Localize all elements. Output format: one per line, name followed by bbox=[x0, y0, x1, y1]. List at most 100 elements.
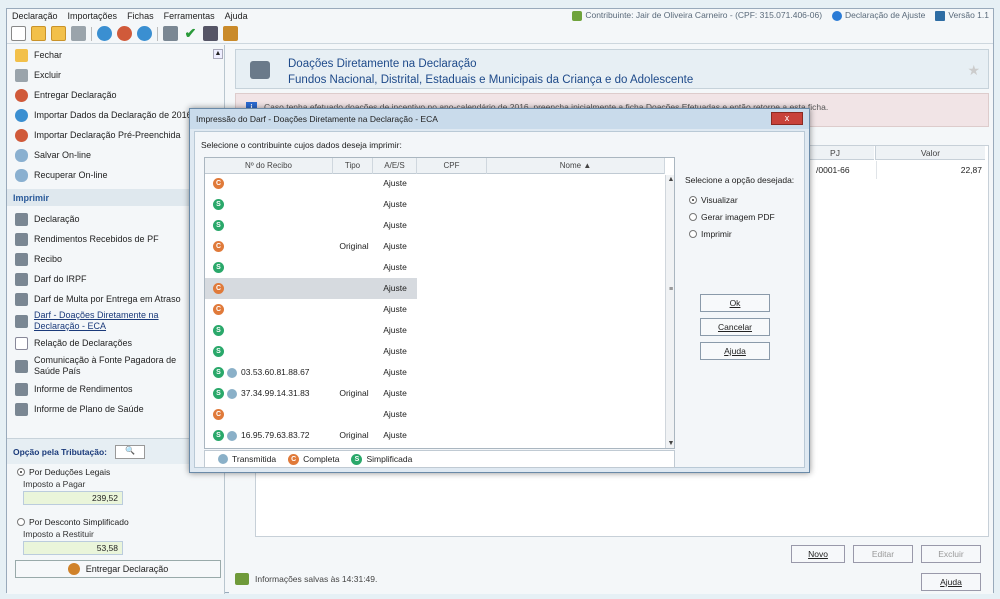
cell-tipo bbox=[335, 194, 373, 215]
table-row[interactable]: C Ajuste bbox=[205, 299, 665, 320]
column-recibo[interactable]: Nº do Recibo bbox=[205, 158, 333, 174]
cell-recibo: S 03.53.60.81.88.67 bbox=[213, 362, 310, 383]
table-row[interactable]: C Original Ajuste bbox=[205, 236, 665, 257]
folder-icon[interactable] bbox=[51, 26, 66, 41]
search-icon[interactable]: 🔍 bbox=[115, 444, 145, 459]
new-document-icon[interactable] bbox=[11, 26, 26, 41]
scroll-down-icon[interactable]: ▼ bbox=[666, 439, 674, 448]
cell-recibo: C bbox=[213, 299, 224, 320]
row-cnpj[interactable]: /0001-66 bbox=[816, 161, 874, 179]
table-row[interactable]: S 16.95.79.63.83.72 Original Ajuste bbox=[205, 425, 665, 446]
cell-tipo bbox=[335, 320, 373, 341]
scroll-up-icon[interactable]: ▲ bbox=[666, 175, 674, 185]
sidebar-item-label: Darf - Doações Diretamente na Declaração… bbox=[34, 310, 159, 331]
tributacao-options: Por Deduções Legais Imposto a Pagar 239,… bbox=[7, 465, 225, 555]
completa-badge-icon: C bbox=[288, 453, 300, 465]
info-icon bbox=[832, 10, 843, 21]
table-row[interactable]: S Ajuste bbox=[205, 320, 665, 341]
cell-tipo bbox=[335, 341, 373, 362]
radio-imprimir[interactable]: Imprimir bbox=[685, 225, 809, 242]
globe-icon bbox=[67, 563, 80, 575]
radio-desconto-simplificado[interactable]: Por Desconto Simplificado bbox=[7, 515, 225, 529]
ajuda-dialog-button[interactable]: Ajuda bbox=[700, 342, 770, 360]
grid-legend: Transmitida C Completa S Simplificada bbox=[204, 450, 675, 468]
menu-ferramentas[interactable]: Ferramentas bbox=[159, 11, 220, 21]
editar-button[interactable]: Editar bbox=[853, 545, 913, 563]
column-tipo[interactable]: Tipo bbox=[333, 158, 373, 174]
column-valor: Valor bbox=[875, 146, 985, 160]
grid-scrollbar[interactable]: ▲ ≡ ▼ bbox=[665, 175, 674, 448]
excluir-label: Excluir bbox=[938, 549, 964, 559]
cell-aes: Ajuste bbox=[383, 178, 407, 188]
ok-button[interactable]: Ok bbox=[700, 294, 770, 312]
excluir-button[interactable]: Excluir bbox=[921, 545, 981, 563]
radio-gerar-pdf[interactable]: Gerar imagem PDF bbox=[685, 208, 809, 225]
printer-icon bbox=[15, 212, 28, 226]
completa-badge-icon: C bbox=[213, 241, 224, 253]
sidebar-item-excluir[interactable]: Excluir bbox=[7, 65, 225, 85]
table-row[interactable]: S Ajuste bbox=[205, 257, 665, 278]
sidebar-item-label: Fechar bbox=[34, 50, 63, 60]
cell-aes: Ajuste bbox=[383, 367, 407, 377]
sidebar-item-label: Darf de Multa por Entrega em Atraso bbox=[34, 294, 181, 304]
cell-recibo: S 37.34.99.14.31.83 bbox=[213, 383, 310, 404]
column-cpf[interactable]: CPF bbox=[417, 158, 487, 174]
check-icon[interactable]: ✔ bbox=[183, 25, 198, 41]
row-valor[interactable]: 22,87 bbox=[876, 161, 982, 179]
radio-dot bbox=[17, 468, 25, 476]
cancelar-button[interactable]: Cancelar bbox=[700, 318, 770, 336]
legend-label: Transmitida bbox=[232, 454, 277, 464]
column-aes[interactable]: A/E/S bbox=[373, 158, 417, 174]
table-row[interactable]: S Ajuste bbox=[205, 194, 665, 215]
globe-send-icon[interactable] bbox=[137, 26, 152, 41]
cell-tipo bbox=[335, 175, 373, 194]
toolbar-separator bbox=[91, 26, 92, 41]
sidebar-item-entregar[interactable]: Entregar Declaração bbox=[7, 85, 225, 105]
donation-icon bbox=[250, 61, 270, 79]
simplificada-badge-icon: S bbox=[213, 325, 224, 337]
globe-import-icon[interactable] bbox=[117, 26, 132, 41]
globe-icon bbox=[15, 88, 28, 102]
transmitted-icon bbox=[227, 367, 237, 378]
grid-header: Nº do Recibo Tipo A/E/S CPF Nome ▲ bbox=[205, 158, 665, 174]
favorite-star-icon[interactable]: ★ bbox=[967, 62, 980, 79]
close-button[interactable]: x bbox=[771, 112, 803, 125]
cell-recibo: C bbox=[213, 404, 224, 425]
entregar-declaracao-button[interactable]: Entregar Declaração bbox=[15, 560, 221, 578]
novo-button[interactable]: Novo bbox=[791, 545, 845, 563]
help-book-icon[interactable] bbox=[223, 26, 238, 41]
lock-icon bbox=[572, 10, 583, 21]
table-row[interactable]: C Ajuste bbox=[205, 404, 665, 425]
table-row[interactable]: S Ajuste bbox=[205, 341, 665, 362]
column-nome[interactable]: Nome ▲ bbox=[487, 158, 665, 174]
book-icon[interactable] bbox=[203, 26, 218, 41]
radio-visualizar[interactable]: Visualizar bbox=[685, 191, 809, 208]
print-icon[interactable] bbox=[163, 26, 178, 41]
imposto-pagar-label: Imposto a Pagar bbox=[23, 479, 86, 489]
cell-recibo: C bbox=[213, 278, 224, 299]
table-row[interactable]: S 37.34.99.14.31.83 Original Ajuste bbox=[205, 383, 665, 404]
menu-declaracao[interactable]: Declaração bbox=[7, 11, 63, 21]
declaracao-type[interactable]: Declaração de Ajuste bbox=[832, 10, 925, 21]
table-row[interactable]: S Ajuste bbox=[205, 215, 665, 236]
scroll-up-button[interactable]: ▲ bbox=[213, 49, 223, 59]
sidebar-item-label: Salvar On-line bbox=[34, 150, 92, 160]
novo-label: Novo bbox=[808, 549, 828, 559]
sidebar-item-fechar[interactable]: Fechar bbox=[7, 45, 225, 65]
menu-importacoes[interactable]: Importações bbox=[63, 11, 123, 21]
version-info[interactable]: Versão 1.1 bbox=[935, 10, 989, 21]
menu-bar: Declaração Importações Fichas Ferramenta… bbox=[7, 9, 993, 23]
printer-icon bbox=[15, 382, 28, 396]
page-header: Doações Diretamente na Declaração Fundos… bbox=[235, 49, 989, 89]
scroll-grip-icon[interactable]: ≡ bbox=[666, 285, 674, 295]
trash-icon[interactable] bbox=[71, 26, 86, 41]
table-row[interactable]: C Ajuste bbox=[205, 175, 665, 194]
globe-icon[interactable] bbox=[97, 26, 112, 41]
ajuda-button[interactable]: Ajuda bbox=[921, 573, 981, 591]
menu-fichas[interactable]: Fichas bbox=[122, 11, 159, 21]
table-row[interactable]: C Ajuste bbox=[205, 278, 665, 299]
menu-ajuda[interactable]: Ajuda bbox=[220, 11, 253, 21]
printer-icon bbox=[15, 292, 28, 306]
table-row[interactable]: S 03.53.60.81.88.67 Ajuste bbox=[205, 362, 665, 383]
open-folder-icon[interactable] bbox=[31, 26, 46, 41]
